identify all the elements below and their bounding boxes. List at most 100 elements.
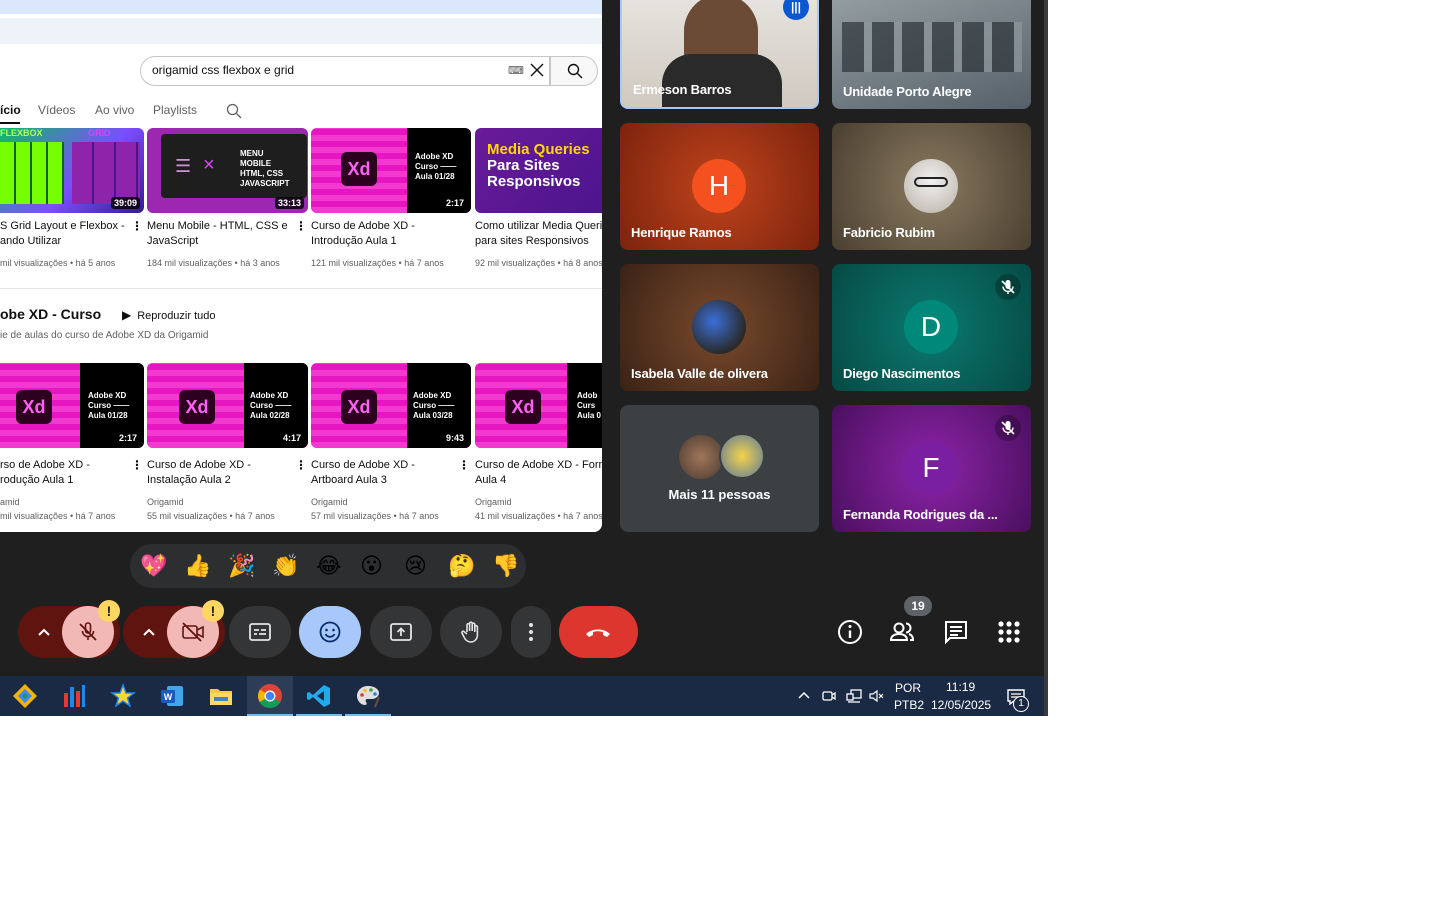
reaction-laugh[interactable]: 😂 [316,554,342,578]
search-query: origamid css flexbox e grid [152,63,295,77]
participant-tile[interactable]: Fabricio Rubim [832,123,1031,250]
reaction-heart[interactable]: 💖 [140,554,167,578]
avatar: F [904,441,958,495]
channel-search-icon[interactable] [226,103,242,119]
participant-tile[interactable]: Unidade Porto Alegre [832,0,1031,109]
git-kraken-icon [13,684,37,708]
more-icon[interactable]: ⋮ [295,458,307,472]
emoji-icon [319,621,341,643]
participant-tile[interactable]: Isabela Valle de olivera [620,264,819,391]
taskbar-app-star[interactable] [100,676,146,716]
taskbar-app-git[interactable] [2,676,48,716]
present-screen-button[interactable] [370,606,432,658]
avatar [679,435,723,479]
taskbar-app-explorer[interactable] [198,676,244,716]
video-duration: 33:13 [274,197,304,209]
captions-button[interactable] [229,606,291,658]
video-channel[interactable]: amid [0,497,20,507]
video-title[interactable]: S Grid Layout e Flexbox - ando Utilizar [0,219,125,249]
participant-tile[interactable]: F Fernanda Rodrigues da ... [832,405,1031,532]
avatar: D [904,300,958,354]
volume-muted-icon[interactable] [868,688,884,704]
taskbar-app-word[interactable]: W [149,676,195,716]
meet-tray-icon[interactable] [821,688,837,704]
reaction-party[interactable]: 🎉 [228,554,255,578]
chat-icon[interactable] [942,618,970,646]
taskbar-app-chrome[interactable] [247,676,293,716]
video-title[interactable]: rso de Adobe XD - rodução Aula 1 [0,458,90,488]
video-duration: 39:09 [110,197,140,209]
more-vert-icon [529,623,533,641]
people-icon[interactable] [888,618,916,646]
tab-playlists[interactable]: Playlists [153,103,197,117]
play-all-button[interactable]: ▶ Reproduzir tudo [122,308,216,322]
language-indicator[interactable]: POR [895,681,921,695]
meeting-details-icon[interactable] [836,618,864,646]
video-thumbnail[interactable]: Media Queries Para Sites Responsivos [475,128,602,213]
shared-screen: origamid css flexbox e grid ⌨ ício Vídeo… [0,0,602,532]
more-icon[interactable]: ⋮ [458,458,470,472]
more-icon[interactable]: ⋮ [295,219,307,233]
search-button[interactable] [550,56,598,86]
taskbar-app-paint[interactable] [345,676,391,716]
leave-call-button[interactable] [559,606,638,658]
clock-time[interactable]: 11:19 [946,680,975,694]
network-icon[interactable] [845,688,863,704]
reaction-thumbs-down[interactable]: 👎 [492,554,519,578]
video-thumbnail[interactable]: Xd Adobe XD Curso —— Aula 01/28 2:17 [311,128,471,213]
reaction-thumbs-up[interactable]: 👍 [184,554,211,578]
reaction-thinking[interactable]: 🤔 [448,554,475,578]
video-title[interactable]: Curso de Adobe XD - Instalação Aula 2 [147,458,251,488]
keyboard-layout-indicator[interactable]: PTB2 [894,698,924,712]
mic-off-icon [79,622,97,641]
more-icon[interactable]: ⋮ [131,458,143,472]
reaction-sad[interactable]: 😢 [404,554,427,578]
video-thumbnail[interactable]: Xd Adob Curs Aula 0 [475,363,602,448]
taskbar-app-vscode[interactable] [296,676,342,716]
video-channel[interactable]: Origamid [475,497,512,507]
participant-tile[interactable]: ||| Ermeson Barros [620,0,819,109]
video-title[interactable]: Curso de Adobe XD - Introdução Aula 1 [311,219,415,249]
participant-tile[interactable]: H Henrique Ramos [620,123,819,250]
tab-videos[interactable]: Vídeos [38,103,75,117]
chevron-up-icon [38,628,50,636]
video-thumbnail[interactable]: Xd Adobe XD Curso —— Aula 03/28 9:43 [311,363,471,448]
clock-date[interactable]: 12/05/2025 [931,698,991,712]
video-meta: 57 mil visualizações • há 7 anos [311,511,439,521]
playlist-title[interactable]: obe XD - Curso [0,306,101,322]
reaction-clap[interactable]: 👏 [272,554,299,578]
camera-off-icon [182,622,204,642]
video-channel[interactable]: Origamid [311,497,348,507]
more-icon[interactable]: ⋮ [131,219,143,233]
reaction-surprised[interactable]: 😮 [360,554,383,578]
video-channel[interactable]: Origamid [147,497,184,507]
video-meta: 41 mil visualizações • há 7 anos [475,511,602,521]
participant-tile[interactable]: D Diego Nascimentos [832,264,1031,391]
video-thumbnail[interactable]: ☰ × MENU MOBILE HTML, CSS JAVASCRIPT 33:… [147,128,308,213]
video-thumbnail[interactable]: Xd Adobe XD Curso —— Aula 02/28 4:17 [147,363,308,448]
tab-live[interactable]: Ao vivo [95,103,134,117]
video-thumbnail[interactable]: FLEXBOX GRID 39:09 [0,128,144,213]
video-thumbnail[interactable]: Xd Adobe XD Curso —— Aula 01/28 2:17 [0,363,144,448]
video-title[interactable]: Menu Mobile - HTML, CSS e JavaScript [147,219,288,249]
active-tab-indicator [0,122,20,124]
raise-hand-button[interactable] [440,606,502,658]
tab-home[interactable]: ício [0,103,21,117]
show-hidden-icons-icon[interactable] [797,690,811,700]
participant-name: Fabricio Rubim [843,225,935,240]
video-title[interactable]: Curso de Adobe XD - Artboard Aula 3 [311,458,415,488]
end-call-icon [586,629,610,637]
more-participants-tile[interactable]: Mais 11 pessoas [620,405,819,532]
video-title[interactable]: Curso de Adobe XD - Form Aula 4 [475,458,602,488]
avatar [904,159,958,213]
mic-off-icon [995,415,1021,441]
taskbar-app-chart[interactable] [51,676,97,716]
video-meta: mil visualizações • há 7 anos [0,511,116,521]
more-options-button[interactable] [511,606,551,658]
window-edge [1044,0,1048,716]
clear-search-icon[interactable] [529,62,545,78]
video-title[interactable]: Como utilizar Media Queries para sites Re… [475,219,602,249]
keyboard-icon[interactable]: ⌨ [508,64,524,77]
activities-icon[interactable] [995,618,1023,646]
reactions-button[interactable] [299,606,361,658]
